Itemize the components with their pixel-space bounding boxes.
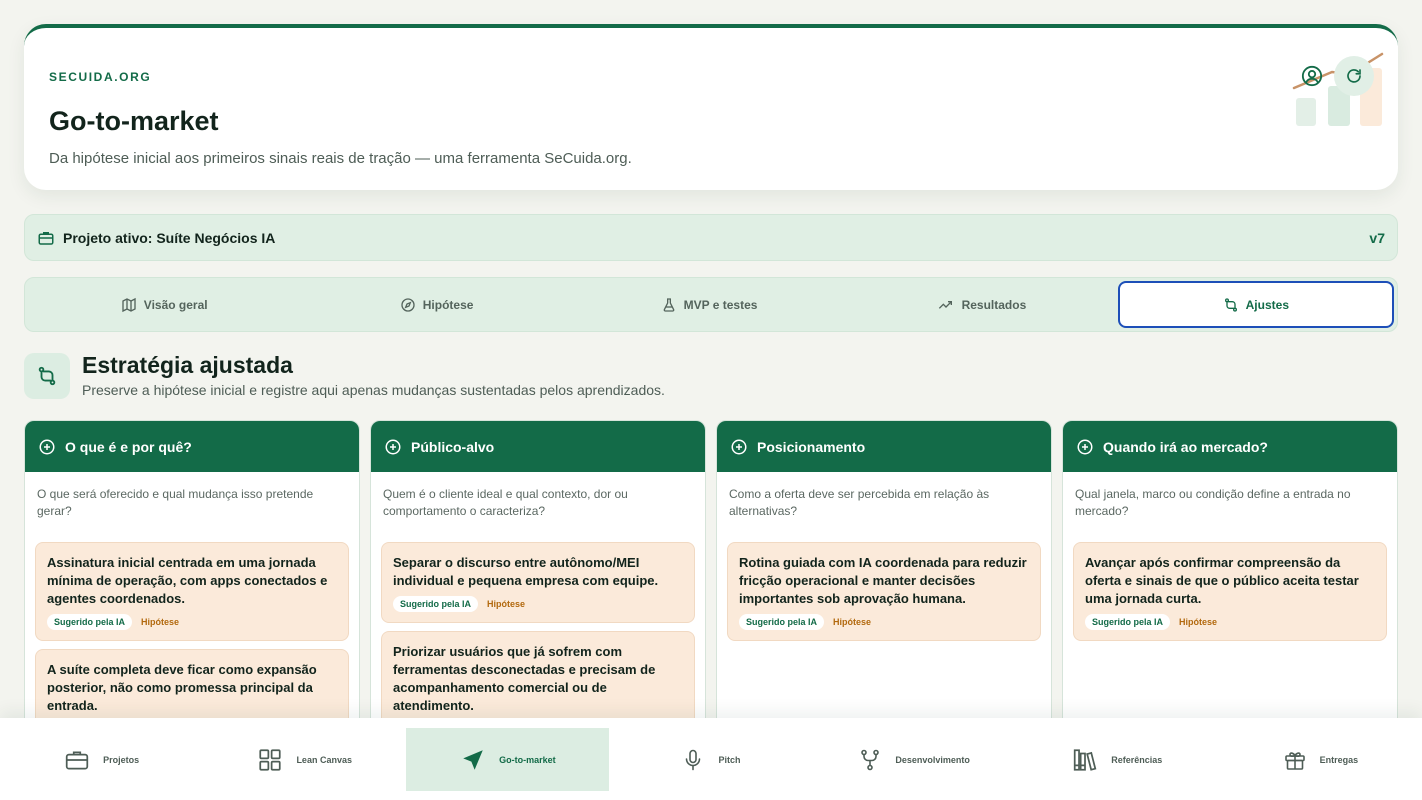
column-header[interactable]: O que é e por quê?	[25, 421, 359, 472]
user-circle-icon	[1301, 65, 1323, 87]
tab-label: Ajustes	[1245, 297, 1289, 312]
header-card: SECUIDA.ORG Go-to-market Da hipótese ini…	[24, 24, 1398, 190]
briefcase-icon	[65, 751, 89, 770]
nav-projetos[interactable]: Projetos	[0, 728, 203, 791]
strategy-card[interactable]: Assinatura inicial centrada em uma jorna…	[35, 542, 349, 641]
nav-go-to-market[interactable]: Go-to-market	[406, 728, 610, 791]
nav-label: Pitch	[718, 754, 741, 765]
page-subtitle: Da hipótese inicial aos primeiros sinais…	[49, 150, 632, 167]
strategy-card[interactable]: Priorizar usuários que já sofrem com fer…	[381, 631, 695, 726]
column-header[interactable]: Quando irá ao mercado?	[1063, 421, 1397, 472]
map-icon	[122, 297, 136, 312]
grid-icon	[259, 748, 282, 771]
nav-label: Desenvolvimento	[895, 754, 970, 765]
version-badge: v7	[1369, 229, 1385, 246]
tab-visao-geral[interactable]: Visão geral	[28, 281, 300, 328]
column-question: O que será oferecido e qual mudança isso…	[37, 487, 314, 518]
nav-label: Projetos	[103, 754, 140, 765]
tab-mvp-testes[interactable]: MVP e testes	[573, 281, 845, 328]
section-title: Estratégia ajustada	[82, 352, 293, 378]
card-text: Priorizar usuários que já sofrem com fer…	[393, 644, 656, 713]
compass-icon	[401, 297, 415, 312]
column-header[interactable]: Posicionamento	[717, 421, 1051, 472]
card-text: Separar o discurso entre autônomo/MEI in…	[393, 555, 659, 588]
column-title: Público-alvo	[411, 438, 495, 455]
nav-label: Lean Canvas	[296, 754, 352, 765]
tab-ajustes[interactable]: Ajustes	[1117, 281, 1395, 328]
nav-pitch[interactable]: Pitch	[609, 728, 812, 791]
column-question: Quem é o cliente ideal e qual contexto, …	[383, 487, 628, 518]
trend-icon	[938, 300, 952, 309]
flask-icon	[663, 297, 674, 312]
ai-suggested-badge: Sugerido pela IA	[739, 614, 825, 630]
nav-desenvolvimento[interactable]: Desenvolvimento	[813, 728, 1016, 791]
tab-resultados[interactable]: Resultados	[845, 281, 1117, 328]
library-icon	[1074, 748, 1097, 771]
tab-label: Visão geral	[143, 297, 208, 312]
strategy-card[interactable]: Avançar após confirmar compreensão da of…	[1073, 542, 1387, 641]
nav-lean-canvas[interactable]: Lean Canvas	[203, 728, 406, 791]
tab-label: Resultados	[961, 297, 1027, 312]
column-header[interactable]: Público-alvo	[371, 421, 705, 472]
bottom-navigation: Projetos Lean Canvas Go-to-market Pitch …	[0, 718, 1422, 800]
column-question: Qual janela, marco ou condição define a …	[1075, 487, 1351, 518]
section-icon-box	[24, 353, 70, 399]
plus-circle-icon	[1077, 439, 1093, 454]
hypothesis-badge: Hipótese	[833, 617, 872, 627]
navigation-icon	[463, 749, 483, 770]
tab-hipotese[interactable]: Hipótese	[300, 281, 572, 328]
hypothesis-badge: Hipótese	[487, 599, 526, 609]
card-text: Assinatura inicial centrada em uma jorna…	[47, 555, 328, 606]
microphone-icon	[686, 749, 701, 770]
profile-button[interactable]	[1292, 56, 1332, 96]
refresh-button[interactable]	[1334, 56, 1374, 96]
plus-circle-icon	[731, 439, 747, 454]
card-text: Avançar após confirmar compreensão da of…	[1085, 555, 1359, 606]
ai-suggested-badge: Sugerido pela IA	[47, 614, 133, 630]
swap-icon	[1224, 297, 1237, 312]
card-text: A suíte completa deve ficar como expansã…	[47, 662, 317, 713]
tab-label: MVP e testes	[683, 297, 758, 312]
page-title: Go-to-market	[49, 106, 219, 136]
swap-icon	[38, 366, 56, 386]
ai-suggested-badge: Sugerido pela IA	[393, 596, 479, 612]
nav-referencias[interactable]: Referências	[1016, 728, 1219, 791]
plus-circle-icon	[385, 439, 401, 454]
brand-label: SECUIDA.ORG	[49, 70, 152, 84]
column-title: Posicionamento	[757, 438, 866, 455]
strategy-card[interactable]: Rotina guiada com IA coordenada para red…	[727, 542, 1041, 641]
gift-icon	[1284, 751, 1305, 770]
hypothesis-badge: Hipótese	[141, 617, 180, 627]
hypothesis-badge: Hipótese	[1179, 617, 1218, 627]
tab-label: Hipótese	[422, 297, 474, 312]
strategy-card[interactable]: Separar o discurso entre autônomo/MEI in…	[381, 542, 695, 623]
column-title: Quando irá ao mercado?	[1103, 438, 1268, 455]
branch-icon	[861, 749, 880, 770]
section-tabs: Visão geral Hipótese MVP e testes Result…	[24, 277, 1398, 332]
refresh-icon	[1347, 69, 1361, 83]
column-title: O que é e por quê?	[65, 438, 192, 455]
card-text: Rotina guiada com IA coordenada para red…	[739, 555, 1027, 606]
plus-circle-icon	[39, 439, 55, 454]
nav-label: Go-to-market	[499, 754, 556, 765]
section-subtitle: Preserve a hipótese inicial e registre a…	[82, 382, 665, 398]
active-project-bar: Projeto ativo: Suíte Negócios IA v7	[24, 214, 1398, 261]
briefcase-icon	[38, 231, 54, 245]
nav-label: Entregas	[1319, 754, 1359, 765]
ai-suggested-badge: Sugerido pela IA	[1085, 614, 1171, 630]
strategy-card[interactable]: A suíte completa deve ficar como expansã…	[35, 649, 349, 726]
active-project-label: Projeto ativo: Suíte Negócios IA	[63, 229, 276, 246]
nav-entregas[interactable]: Entregas	[1219, 728, 1422, 791]
column-question: Como a oferta deve ser percebida em rela…	[729, 487, 990, 518]
nav-label: Referências	[1111, 754, 1163, 765]
